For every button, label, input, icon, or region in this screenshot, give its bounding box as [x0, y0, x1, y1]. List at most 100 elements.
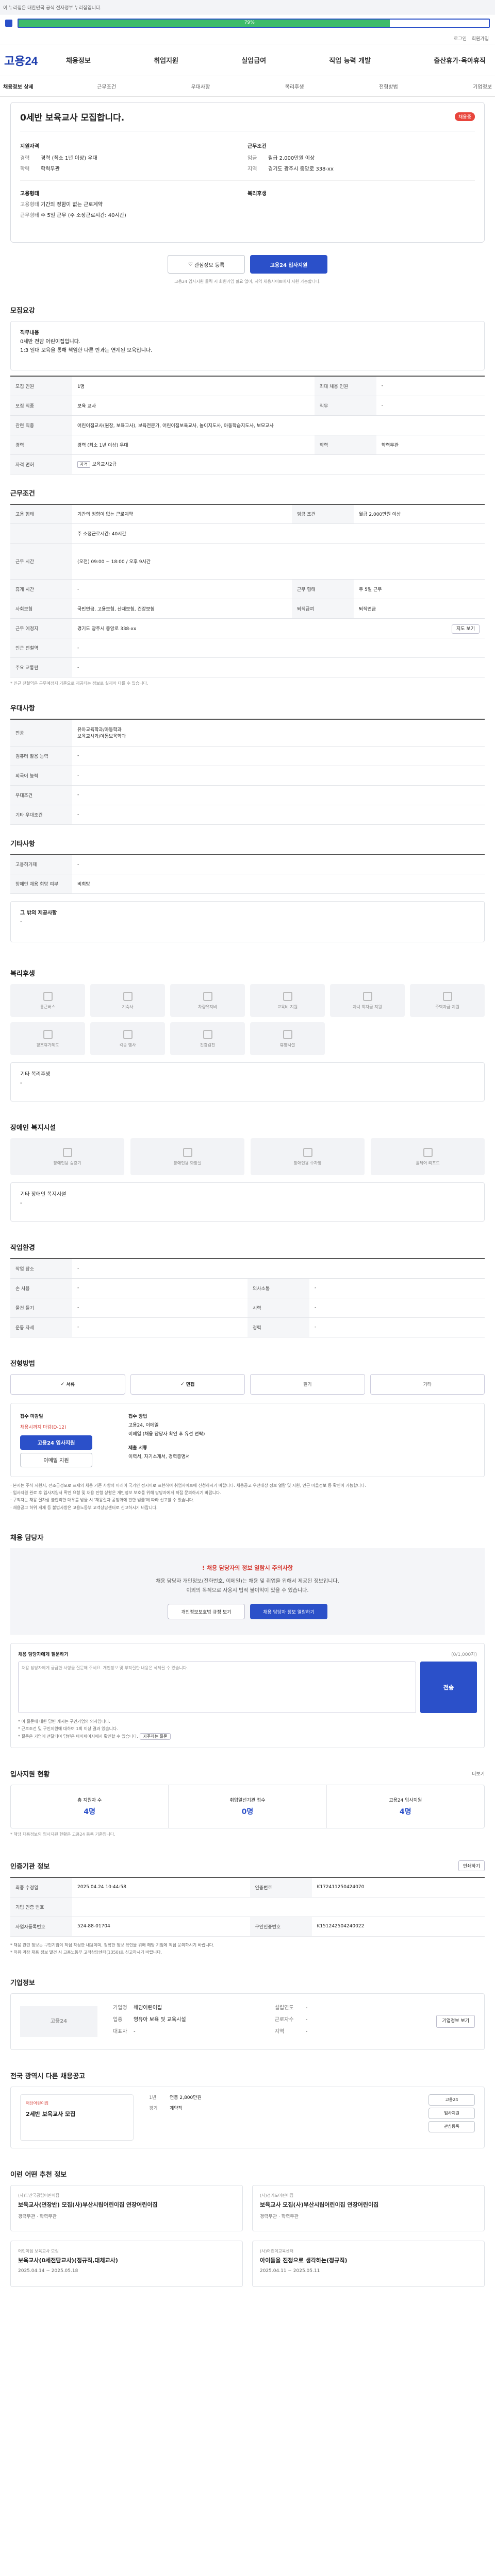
signup-link[interactable]: 회원가입	[472, 35, 489, 42]
recommend-title: 아이들을 진정으로 생각하는(정규직)	[260, 2257, 348, 2264]
process-steps: ✓ 서류 ✓ 면접 필기 기타	[10, 1374, 485, 1395]
preference-table: 전공 유아교육학과/아동학과 보육교사과/아동보육학과 컴퓨터 활용 능력 - 외국…	[10, 719, 485, 825]
welfare-label: 건강검진	[200, 1042, 216, 1047]
same-apply-button[interactable]: 입사지원	[428, 2107, 475, 2119]
other-table: 고용허가제 - 장애인 채용 희망 여부 비희망	[10, 854, 485, 894]
stat-label: 총 지원자 수	[77, 1798, 102, 1804]
status-more-link[interactable]: 더보기	[472, 1756, 485, 1777]
recommend-card[interactable]: 어린이집 보육교사 모집 보육교사(0세전담교사)(정규직,대체교사) 2025.0…	[10, 2240, 243, 2287]
table-key: 장애인 채용 희망 여부	[10, 874, 72, 894]
process-section: 전형방법 ✓ 서류 ✓ 면접 필기 기타 접수 마감일 채용시까지 마감(D-1…	[0, 1337, 495, 1512]
site-logo[interactable]: 고용24	[4, 52, 66, 69]
table-value: 국민연금, 고용보험, 산재보험, 건강보험	[72, 599, 292, 619]
welfare-section: 복리후생 통근버스 기숙사 차량유지비 교육비 지원 자녀 학자금 지원 주택자…	[0, 942, 495, 1101]
table-key: 최종 수정일	[10, 1877, 72, 1897]
table-value: -	[72, 805, 485, 825]
recommend-company: (사)어린이교육센터	[260, 2248, 294, 2253]
recommend-meta: 2025.04.14 ~ 2025.05.18	[18, 2268, 78, 2274]
disability-other-label: 기타 장애인 복지시설	[20, 1192, 67, 1197]
disability-tile: 장애인용 주차장	[251, 1138, 365, 1175]
table-value: -	[309, 1317, 485, 1337]
loading-bar-fill	[19, 20, 390, 27]
same-site-button[interactable]: 고용24	[428, 2094, 475, 2106]
recruit-table: 모집 인원 1명 최대 채용 인원 - 모집 직종 보육 교사 직무 - 관련 직종 어린이집…	[10, 376, 485, 474]
job-desc-box: 직무내용 0세반 전담 어린이집입니다. 1:3 일대 보육을 통해 책임한 다…	[10, 321, 485, 370]
menu-jobs[interactable]: 채용정보	[66, 55, 91, 65]
recommend-card[interactable]: (사)경기도어린이집 보육교사 모집(사)부산시립어린이집 연장어린이집 경력무관 …	[252, 2184, 485, 2231]
summary-req: 지원자격 경력 경력 (최소 1년 이상) 우대 학력 학력무관	[20, 142, 248, 175]
recommend-card[interactable]: (사)어린이교육센터 아이들을 진정으로 생각하는(정규직) 2025.04.11 …	[252, 2240, 485, 2287]
print-button[interactable]: 인쇄하기	[458, 1860, 485, 1872]
map-button[interactable]: 지도 보기	[452, 624, 480, 634]
type-heading: 고용형태	[20, 191, 39, 197]
table-value: -	[72, 657, 485, 677]
same-interest-button[interactable]: 관심등록	[428, 2121, 475, 2132]
same-card[interactable]: 해담어린이집 2세반 보육교사 모집	[20, 2094, 134, 2141]
stat-label: 고용24 입사지원	[389, 1798, 422, 1804]
disability-heading: 장애인 복지시설	[10, 1124, 56, 1132]
welfare-tile: 기숙사	[90, 984, 165, 1017]
table-key: 구인인증번호	[250, 1917, 312, 1937]
interest-button[interactable]: ♡ 관심정보 등록	[168, 255, 245, 274]
tab-process[interactable]: 전형방법	[379, 82, 473, 90]
util-links: 로그인 회원가입	[0, 32, 495, 44]
recommend-company: (사)경기도어린이집	[260, 2193, 294, 2198]
company-key: 근로자수	[274, 2017, 294, 2023]
tab-conditions[interactable]: 근무조건	[97, 82, 191, 90]
table-key: 고용허가제	[10, 854, 72, 874]
tab-company[interactable]: 기업정보	[473, 82, 492, 90]
question-send-button[interactable]: 전송	[420, 1662, 477, 1714]
workplace-heading: 작업환경	[10, 1244, 35, 1252]
recommend-card[interactable]: (사)부산국공립어린이집 보육교사(연장반) 모집(사)부산시립어린이집 연장어린…	[10, 2184, 243, 2231]
step-label: 필기	[303, 1382, 312, 1387]
same-value: 연봉 2,800만원	[170, 2095, 202, 2100]
table-row: 장애인 채용 희망 여부 비희망	[10, 874, 485, 894]
table-value: 주 5일 근무	[353, 579, 485, 599]
company-key: 설립연도	[274, 2005, 294, 2011]
disability-other-box: 기타 장애인 복지시설 -	[10, 1182, 485, 1222]
receipt-email-button[interactable]: 이메일 지원	[20, 1452, 92, 1467]
check-icon: ✓	[180, 1381, 186, 1387]
table-value: -	[72, 785, 485, 805]
conditions-note: * 인근 전철역은 근무예정지 기준으로 제공되는 정보로 실제와 다를 수 있…	[10, 681, 148, 686]
table-key: 의사소통	[248, 1278, 309, 1298]
table-row: 기업 인증 번호	[10, 1897, 485, 1917]
question-input[interactable]: 채용 담당자에게 궁금한 사항을 질문해 주세요. 개인정보 및 부적절한 내용…	[18, 1662, 416, 1714]
type-key: 고용형태	[20, 202, 39, 208]
stat-label: 취업알선기관 접수	[229, 1798, 266, 1804]
welfare-label: 경조휴가제도	[36, 1042, 59, 1047]
same-section: 전국 광역시 다른 채용공고 해담어린이집 2세반 보육교사 모집 1년 연봉 2…	[0, 2050, 495, 2148]
menu-employment-support[interactable]: 취업지원	[154, 55, 178, 65]
table-value	[72, 1897, 485, 1917]
table-row: 최종 수정일 2025.04.24 10:44:58 인증번호 K1724112504…	[10, 1877, 485, 1897]
receipt-apply-button[interactable]: 고용24 입사지원	[20, 1435, 92, 1450]
same-row: 1년 연봉 2,800만원	[149, 2094, 413, 2102]
login-link[interactable]: 로그인	[454, 35, 467, 42]
stat-item: 고용24 입사지원 4명	[326, 1785, 484, 1828]
menu-vocational-training[interactable]: 직업 능력 개발	[329, 55, 371, 65]
welfare-tile: 차량유지비	[170, 984, 245, 1017]
tab-detail[interactable]: 채용정보 상세	[3, 82, 97, 90]
recommend-company: (사)부산국공립어린이집	[18, 2193, 59, 2198]
tab-welfare[interactable]: 복리후생	[285, 82, 379, 90]
parking-icon	[303, 1147, 312, 1157]
apply-button[interactable]: 고용24 입사지원	[250, 255, 327, 274]
table-value: -	[72, 1317, 248, 1337]
menu-unemployment-benefit[interactable]: 실업급여	[241, 55, 266, 65]
tab-preference[interactable]: 우대사항	[191, 82, 285, 90]
faq-button[interactable]: 자주하는 질문	[139, 1733, 171, 1740]
heart-icon: ♡	[188, 261, 194, 267]
company-row: 근로자수 -	[275, 2015, 421, 2024]
summary-cond: 근무조건 임금 월급 2,000만원 이상 지역 경기도 광주시 중앙로 338-x…	[248, 142, 475, 175]
menu-parental-leave[interactable]: 출산휴가·육아휴직	[434, 55, 486, 65]
check-icon: ✓	[60, 1381, 67, 1387]
status-note: * 해당 채용정보의 입사지원 현황은 고용24 등록 기준입니다.	[10, 1832, 116, 1837]
privacy-law-button[interactable]: 개인정보보호법 규정 보기	[168, 1604, 245, 1620]
contact-msg: 이외의 목적으로 사용시 법적 불이익이 있을 수 있습니다.	[186, 1588, 309, 1594]
welfare-tile: 경조휴가제도	[10, 1022, 85, 1055]
company-heading: 기업정보	[10, 1979, 35, 1987]
table-key: 우대조건	[10, 785, 72, 805]
disability-tile: 장애인용 화장실	[130, 1138, 244, 1175]
company-detail-button[interactable]: 기업정보 보기	[436, 2014, 475, 2028]
view-contact-button[interactable]: 채용 담당자 정보 열람하기	[250, 1604, 327, 1620]
